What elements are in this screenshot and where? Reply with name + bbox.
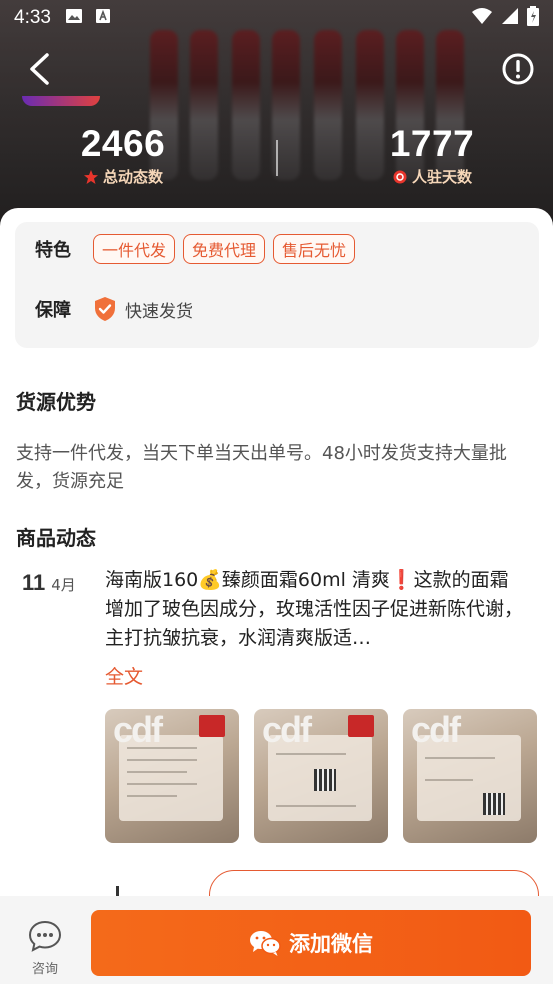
text-notification-icon <box>95 8 111 29</box>
stat-days-joined-value: 1777 <box>389 123 475 164</box>
guarantee-label: 保障 <box>35 300 71 321</box>
stat-total-posts: 2466 总动态数 <box>78 124 168 187</box>
post-image-2[interactable]: cdf <box>254 709 388 843</box>
add-wechat-label: 添加微信 <box>289 932 373 956</box>
clock-icon <box>393 170 407 183</box>
chevron-left-icon <box>30 53 49 85</box>
stats-divider <box>276 140 278 176</box>
status-bar: 4:33 <box>0 0 553 36</box>
full-text-link[interactable]: 全文 <box>105 662 143 689</box>
source-advantage-text: 支持一件代发，当天下单当天出单号。48小时发货支持大量批发，货源充足 <box>16 443 507 492</box>
features-row: 特色 一件代发 免费代理 售后无忧 <box>35 234 363 264</box>
star-icon <box>83 169 98 184</box>
battery-icon <box>527 5 539 31</box>
guarantee-text: 快速发货 <box>125 301 193 322</box>
feature-tag: 一件代发 <box>93 234 176 264</box>
wechat-icon <box>250 931 281 956</box>
stat-days-joined-label: 人驻天数 <box>411 168 472 186</box>
post-day: 11 <box>22 570 46 595</box>
post-date: 11 4月 <box>22 570 76 596</box>
post-image-3[interactable]: cdf <box>403 709 537 843</box>
shop-logo-fragment <box>22 96 100 106</box>
image-notification-icon <box>65 8 83 29</box>
consult-label: 咨询 <box>31 962 58 977</box>
post-month: 4月 <box>51 576 76 594</box>
feature-card: 特色 一件代发 免费代理 售后无忧 保障 快速发货 <box>15 222 539 348</box>
feature-tag: 免费代理 <box>183 234 266 264</box>
post-image-logo: cdf <box>411 709 461 750</box>
signal-icon <box>501 7 519 30</box>
report-button[interactable] <box>499 50 537 88</box>
partial-content-mark <box>116 886 119 896</box>
back-button[interactable] <box>20 50 58 88</box>
wifi-icon <box>471 7 493 30</box>
post-text[interactable]: 海南版160💰臻颜面霜60ml 清爽❗这款的面霜增加了玻色因成分，玫瑰活性因子促… <box>105 566 525 653</box>
chat-bubble-icon <box>28 920 62 952</box>
add-wechat-button[interactable]: 添加微信 <box>91 910 531 976</box>
stat-days-joined: 1777 人驻天数 <box>388 124 476 187</box>
status-time: 4:33 <box>14 7 51 28</box>
features-label: 特色 <box>35 240 71 261</box>
product-updates-title: 商品动态 <box>16 526 96 550</box>
exclamation-circle-icon <box>502 53 534 85</box>
feature-tag: 售后无忧 <box>273 234 356 264</box>
stat-total-posts-value: 2466 <box>80 123 166 164</box>
post-image-1[interactable]: cdf <box>105 709 239 843</box>
stat-total-posts-label: 总动态数 <box>102 168 163 186</box>
shield-check-icon <box>95 297 115 321</box>
guarantee-row: 保障 快速发货 <box>35 296 193 322</box>
post-image-logo: cdf <box>262 709 312 750</box>
source-advantage-title: 货源优势 <box>16 390 96 414</box>
post-image-logo: cdf <box>113 709 163 750</box>
consult-button[interactable]: 咨询 <box>22 920 68 977</box>
